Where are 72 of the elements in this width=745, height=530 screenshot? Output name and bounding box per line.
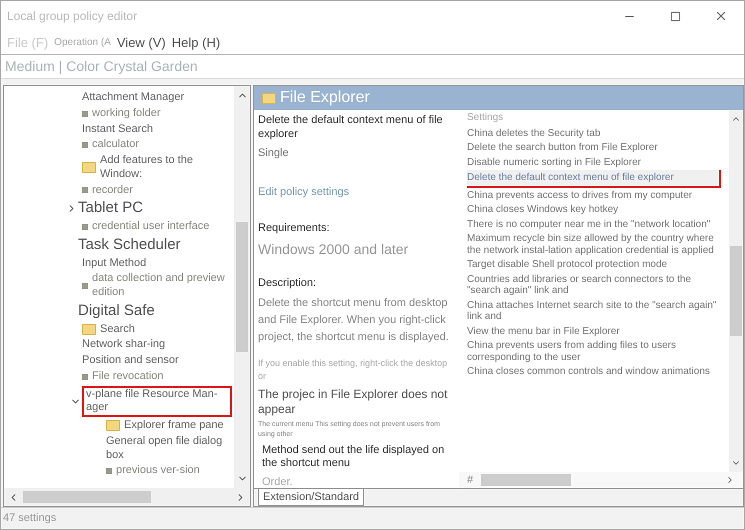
- tree-item[interactable]: Tablet PC: [78, 199, 144, 218]
- tree-item[interactable]: Explorer frame pane: [124, 419, 224, 433]
- tree-item[interactable]: Search: [100, 322, 135, 336]
- setting-item[interactable]: China attaches Internet search site to the "search again" link and: [467, 298, 721, 324]
- bullet-icon: [82, 142, 88, 148]
- tree-item[interactable]: Attachment Manager: [82, 91, 184, 105]
- menu-item[interactable]: Help (H): [172, 32, 220, 52]
- folder-icon: [82, 162, 96, 174]
- bullet-icon: [82, 374, 88, 380]
- requirements-label: Requirements:: [258, 220, 331, 236]
- bullet-icon: [106, 468, 112, 474]
- setting-item[interactable]: Target disable Shell protocol protection mode: [467, 258, 721, 272]
- scrollbar-thumb[interactable]: [236, 222, 248, 352]
- description-label: Description:: [258, 276, 318, 291]
- setting-item[interactable]: China prevents access to drives from my computer: [467, 188, 721, 202]
- bullet-icon: [82, 224, 88, 230]
- tree-item[interactable]: working folder: [92, 106, 160, 120]
- setting-item[interactable]: Disable numeric sorting in File Explorer: [467, 156, 721, 169]
- menu-item[interactable]: Operation (A: [54, 35, 111, 50]
- description-note: If you enable this setting, right-click the desktop or: [258, 356, 448, 383]
- tree-item[interactable]: Task Scheduler: [78, 236, 181, 254]
- bullet-icon: [82, 187, 88, 194]
- description-note: The projec in File Explorer does not appear: [258, 386, 448, 416]
- scrollbar-thumb[interactable]: [730, 246, 742, 336]
- setting-item[interactable]: Countries add libraries or search connectors to the "search again" link and: [467, 272, 721, 298]
- tree-item[interactable]: v-plane file Resource Man-ager: [82, 386, 232, 417]
- tree-item[interactable]: Position and sensor: [82, 354, 179, 368]
- setting-item[interactable]: China deletes the Security tab: [467, 126, 721, 140]
- setting-item[interactable]: Delete the default context menu of file explorer: [467, 170, 721, 188]
- vertical-scrollbar[interactable]: [729, 110, 743, 472]
- description-note: Order.: [261, 475, 294, 490]
- tree-item[interactable]: Add features to the Window:: [100, 154, 234, 182]
- edit-policy-link[interactable]: Edit policy settings: [258, 184, 455, 200]
- bullet-icon: [82, 283, 88, 289]
- tree-item[interactable]: Instant Search: [82, 122, 153, 136]
- tree-item[interactable]: General open file dialog box: [106, 434, 234, 462]
- policy-title: Delete the default context menu of file explorer: [258, 114, 444, 142]
- policy-mode: Single: [258, 146, 290, 160]
- tree-item[interactable]: calculator: [92, 138, 140, 152]
- tree-item[interactable]: File revocation: [92, 370, 164, 384]
- setting-item[interactable]: Delete the search button from File Explorer: [467, 141, 721, 154]
- requirements-text: Windows 2000 and later: [258, 240, 410, 259]
- tree-item[interactable]: Input Method: [82, 256, 146, 270]
- tree-item[interactable]: data collection and preview edition: [92, 272, 234, 300]
- setting-item[interactable]: There is no computer near me in the "network location": [467, 218, 721, 231]
- tree-item[interactable]: credential user interface: [92, 220, 210, 234]
- description-note: Method send out the life displayed on the shortcut menu: [261, 444, 446, 471]
- tree-item[interactable]: recorder: [92, 184, 133, 198]
- tree-item[interactable]: previous ver-sion: [116, 464, 200, 478]
- setting-item[interactable]: View the menu bar in File Explorer: [467, 324, 721, 338]
- tree-item[interactable]: Network shar-ing: [82, 338, 166, 352]
- header-title: File Explorer: [280, 88, 370, 108]
- view-tab[interactable]: Extension/Standard: [258, 488, 364, 506]
- settings-header: Settings: [467, 112, 504, 124]
- horizontal-scrollbar[interactable]: [4, 488, 250, 506]
- tree-item[interactable]: Digital Safe: [78, 302, 155, 320]
- vertical-scrollbar[interactable]: [234, 86, 250, 488]
- folder-icon: [106, 420, 120, 432]
- folder-icon: [262, 92, 276, 104]
- description-text: Delete the shortcut menu from desktop and File Explorer. When you right-click project, the shortcut menu is displayed.: [258, 296, 450, 344]
- bullet-icon: [82, 110, 88, 117]
- status-text: 47 settings: [3, 511, 56, 526]
- setting-item[interactable]: China closes Windows key hotkey: [467, 203, 721, 216]
- setting-item[interactable]: China prevents users from adding files to users corresponding to the user: [467, 339, 721, 364]
- column-hint: #: [467, 472, 474, 488]
- horizontal-scrollbar[interactable]: [481, 474, 572, 486]
- setting-item[interactable]: Maximum recycle bin size allowed by the country where the network instal-lation application credential is applied: [467, 232, 721, 257]
- scrollbar-thumb[interactable]: [23, 491, 151, 503]
- menu-item[interactable]: View (V): [116, 32, 166, 52]
- setting-item[interactable]: China closes common controls and window animations: [467, 365, 721, 378]
- window-title: Local group policy editor: [7, 8, 138, 25]
- folder-icon: [82, 324, 96, 335]
